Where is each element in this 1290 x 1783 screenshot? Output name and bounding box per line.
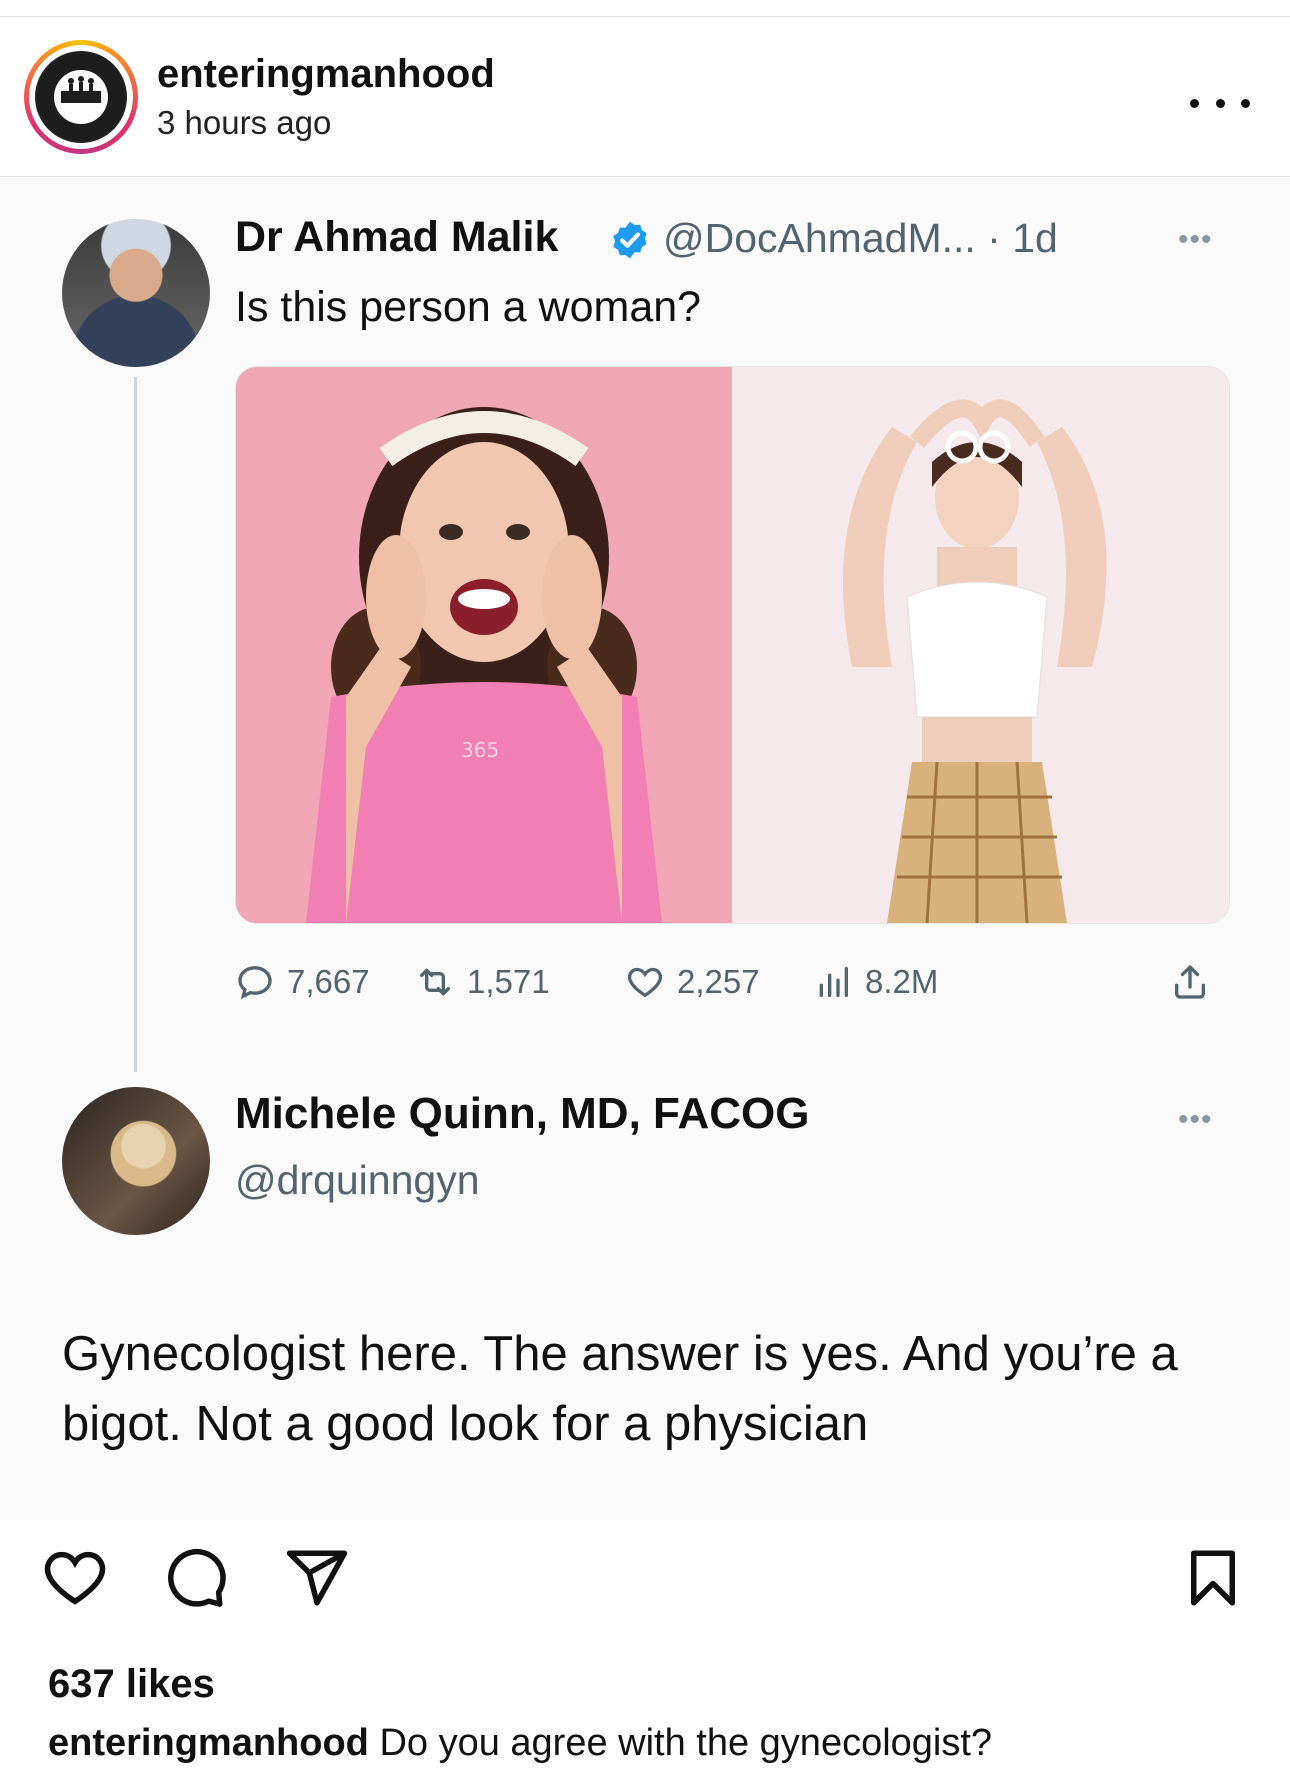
reply-icon bbox=[238, 966, 272, 1000]
verified-badge-icon bbox=[613, 221, 647, 259]
top-divider bbox=[0, 16, 1290, 17]
retweet-button[interactable]: 1,571 bbox=[415, 957, 550, 1007]
like-count: 2,257 bbox=[677, 963, 760, 1000]
save-post-button[interactable] bbox=[1180, 1545, 1246, 1611]
reply-count: 7,667 bbox=[287, 963, 370, 1000]
reply-button[interactable]: 7,667 bbox=[235, 957, 370, 1007]
post-timestamp: 3 hours ago bbox=[157, 104, 332, 141]
comment-icon bbox=[168, 1549, 226, 1607]
post-caption: enteringmanhood Do you agree with the gy… bbox=[48, 1722, 992, 1765]
views-count: 8.2M bbox=[865, 963, 939, 1000]
likes-count[interactable]: 637 likes bbox=[48, 1662, 215, 1707]
reply-text: Gynecologist here. The answer is yes. An… bbox=[62, 1327, 1178, 1451]
reply-author-avatar bbox=[62, 1087, 210, 1235]
photo-white-top bbox=[732, 367, 1229, 923]
reply-handle: @drquinngyn bbox=[235, 1157, 480, 1203]
post-username[interactable]: enteringmanhood bbox=[157, 52, 495, 97]
post-image: Dr Ahmad Malik @DocAhmadM... · 1d ••• Is… bbox=[0, 177, 1290, 1520]
tweet-author-name: Dr Ahmad Malik bbox=[235, 213, 559, 261]
views-chart-icon bbox=[819, 967, 848, 997]
reply-author-name: Michele Quinn, MD, FACOG bbox=[235, 1089, 810, 1138]
caption-text: Do you agree with the gynecologist? bbox=[379, 1722, 993, 1764]
profile-avatar-ring[interactable] bbox=[24, 40, 138, 154]
photo-pink-shirt: 365 bbox=[236, 367, 732, 923]
heart-icon bbox=[627, 967, 663, 998]
tweet-text: Is this person a woman? bbox=[235, 283, 702, 331]
svg-text:365: 365 bbox=[461, 738, 499, 762]
tweet-media: 365 bbox=[235, 366, 1230, 924]
post-action-bar bbox=[0, 1545, 1290, 1625]
views-button[interactable]: 8.2M bbox=[813, 957, 938, 1007]
comment-button[interactable] bbox=[162, 1545, 228, 1611]
like-button[interactable]: 2,257 bbox=[625, 957, 760, 1007]
tweet-handle-time: @DocAhmadM... · 1d bbox=[663, 215, 1058, 261]
tweet-actions: 7,667 1,571 2,257 8.2M bbox=[235, 957, 1228, 1007]
caption-username[interactable]: enteringmanhood bbox=[48, 1722, 369, 1764]
post-header: enteringmanhood 3 hours ago bbox=[0, 18, 1290, 176]
profile-logo bbox=[35, 51, 127, 143]
share-post-button[interactable] bbox=[284, 1545, 350, 1611]
reply-more-icon: ••• bbox=[1178, 1103, 1213, 1136]
share-button[interactable] bbox=[1170, 957, 1222, 1007]
like-post-button[interactable] bbox=[42, 1545, 108, 1611]
tweet-author-avatar bbox=[62, 219, 210, 367]
heart-outline-icon bbox=[44, 1551, 106, 1605]
tweet-more-icon: ••• bbox=[1178, 223, 1213, 256]
share-icon bbox=[1175, 965, 1205, 999]
send-icon bbox=[286, 1550, 348, 1606]
retweet-icon bbox=[420, 968, 450, 996]
bookmark-icon bbox=[1191, 1550, 1235, 1606]
thread-line bbox=[134, 377, 137, 1072]
retweet-count: 1,571 bbox=[467, 963, 550, 1000]
more-horizontal-icon[interactable] bbox=[1190, 88, 1250, 118]
